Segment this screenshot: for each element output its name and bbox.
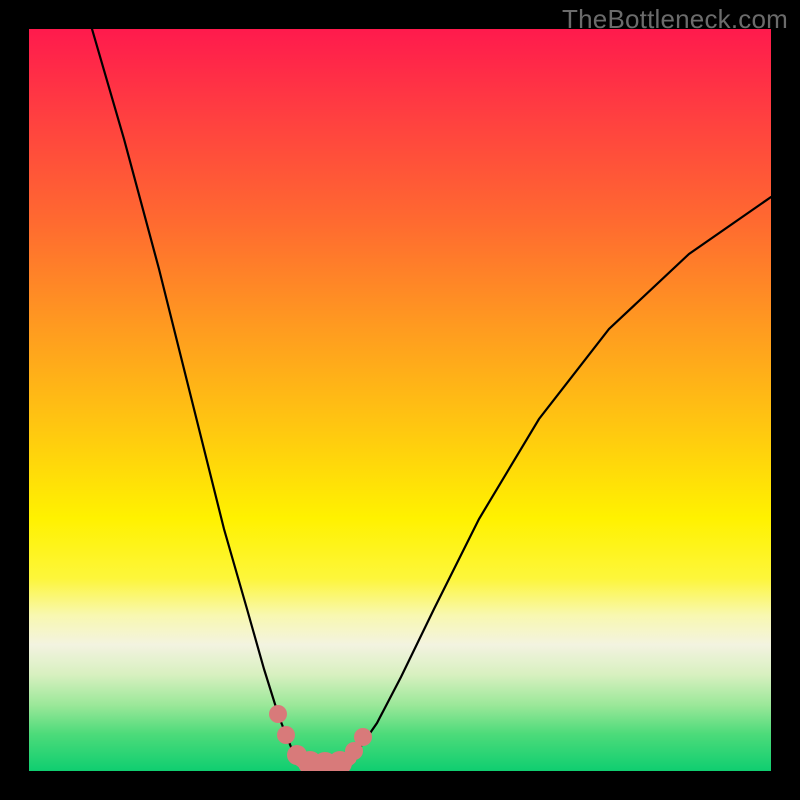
- bottleneck-curve: [92, 29, 771, 768]
- chart-svg: [29, 29, 771, 771]
- watermark-text: TheBottleneck.com: [562, 4, 788, 35]
- curve-marker: [269, 705, 287, 723]
- gradient-plot-area: [29, 29, 771, 771]
- curve-markers: [269, 705, 372, 771]
- curve-marker: [354, 728, 372, 746]
- curve-marker: [277, 726, 295, 744]
